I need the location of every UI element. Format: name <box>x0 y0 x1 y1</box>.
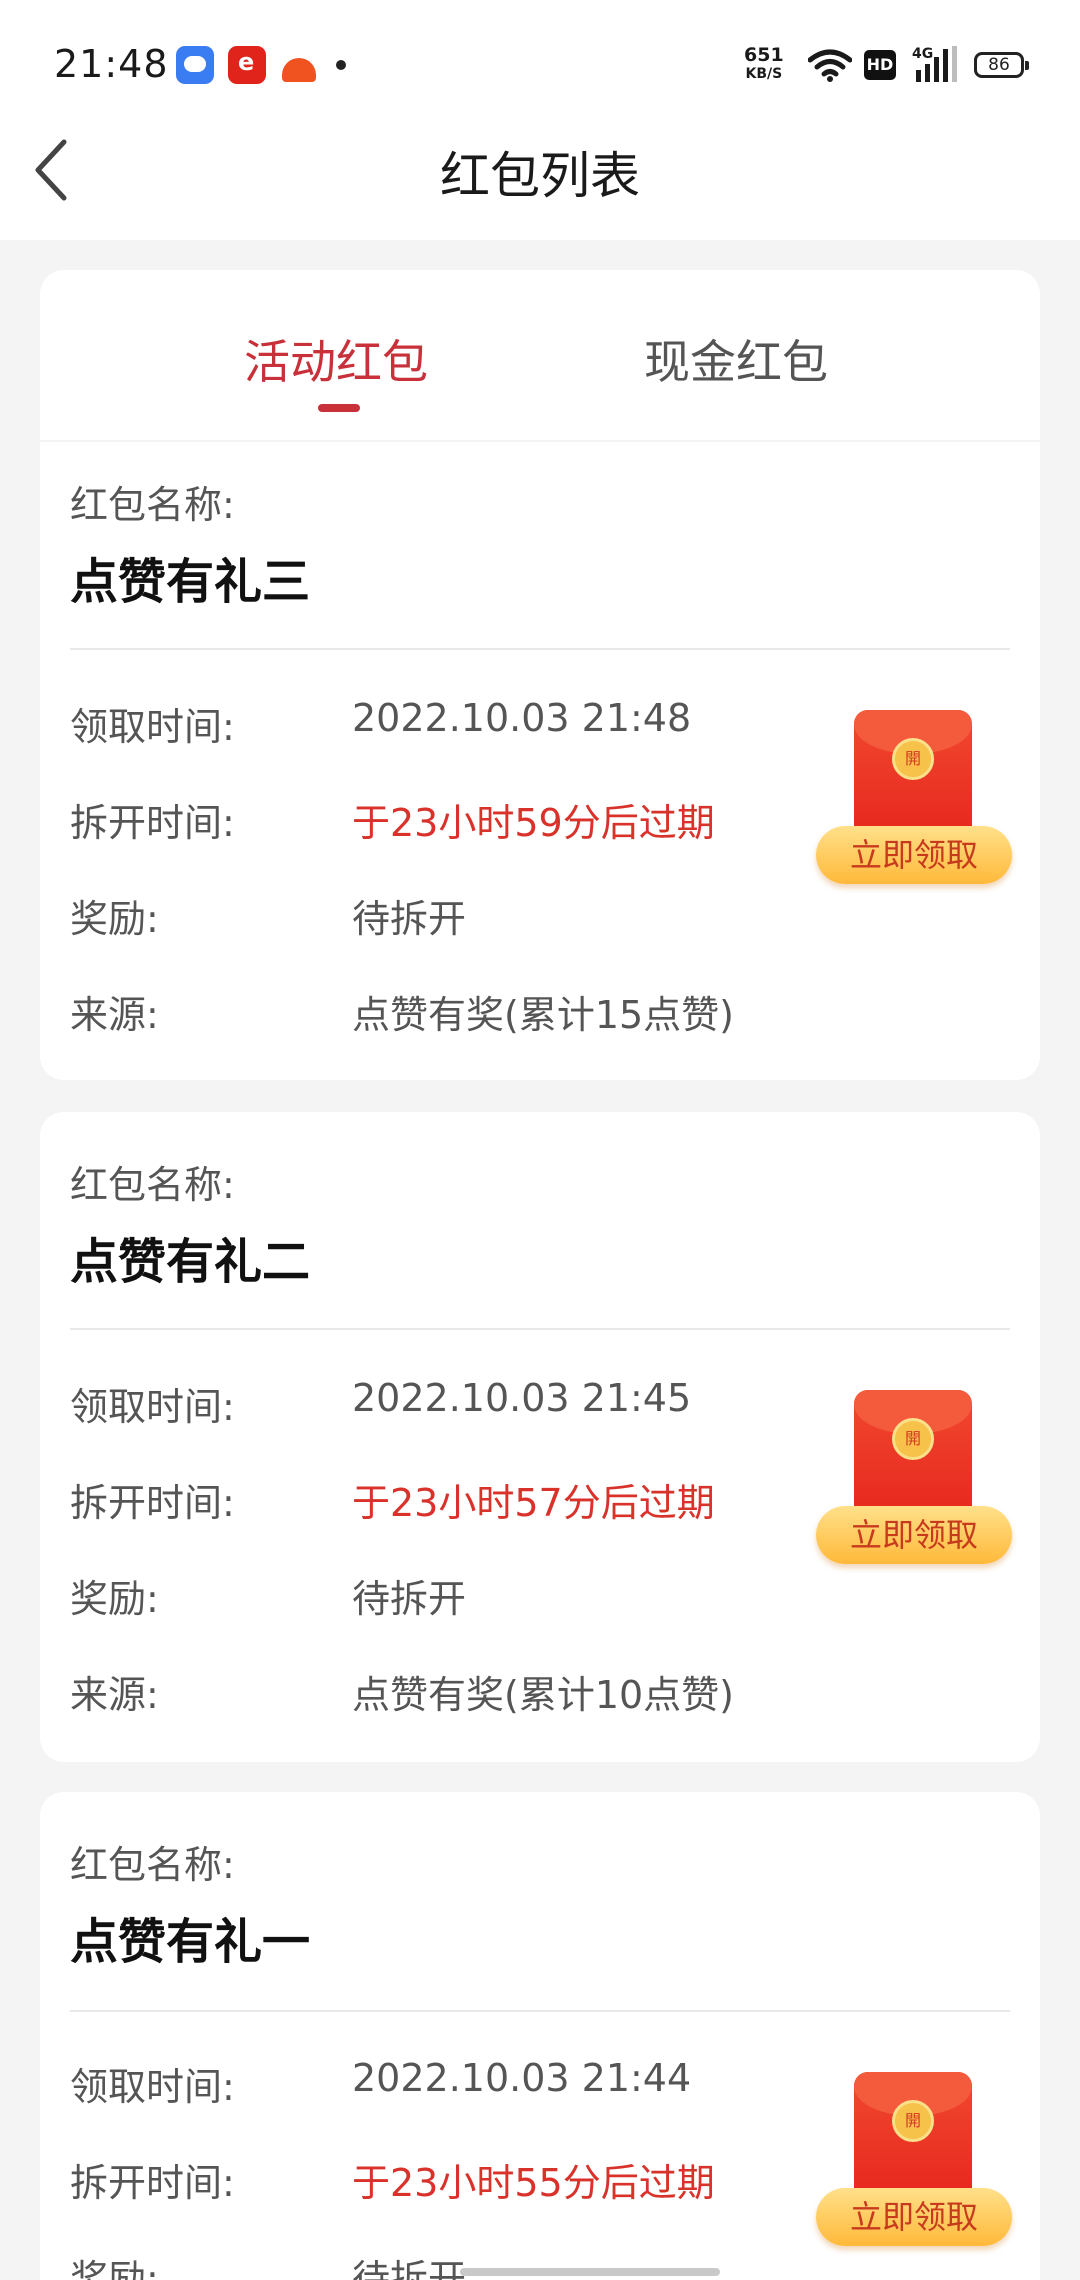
packet-name-label: 红包名称: <box>70 483 235 527</box>
more-notifications-dot-icon <box>336 60 346 70</box>
network-speed-value: 651 <box>744 44 784 66</box>
page-title: 红包列表 <box>440 147 640 205</box>
reward-value: 待拆开 <box>352 1577 467 1621</box>
receive-time-value: 2022.10.03 21:48 <box>352 696 692 740</box>
red-packet-claim[interactable]: 開 立即领取 <box>816 1390 1012 1564</box>
open-time-label: 拆开时间: <box>70 2161 235 2205</box>
signal-icon: 4G <box>912 46 957 82</box>
reward-label: 奖励: <box>70 1577 159 1621</box>
expiry-countdown: 于23小时57分后过期 <box>352 1481 715 1525</box>
source-value: 点赞有奖(累计10点赞) <box>352 1673 735 1717</box>
packet-name: 点赞有礼二 <box>70 1234 311 1290</box>
red-packet-claim[interactable]: 開 立即领取 <box>816 2072 1012 2246</box>
receive-time-value: 2022.10.03 21:45 <box>352 1376 692 1420</box>
expiry-countdown: 于23小时55分后过期 <box>352 2161 715 2205</box>
reward-label: 奖励: <box>70 2257 159 2280</box>
divider <box>70 2010 1010 2012</box>
red-packet-card: 红包名称: 点赞有礼二 领取时间: 2022.10.03 21:45 拆开时间:… <box>40 1112 1040 1762</box>
divider <box>70 1328 1010 1330</box>
nav-header: 红包列表 <box>0 100 1080 240</box>
source-label: 来源: <box>70 1673 159 1717</box>
reward-value: 待拆开 <box>352 2257 467 2280</box>
receive-time-label: 领取时间: <box>70 2065 235 2109</box>
reward-value: 待拆开 <box>352 897 467 941</box>
packet-name: 点赞有礼三 <box>70 554 311 610</box>
network-speed-unit: KB/S <box>745 66 783 82</box>
open-seal-icon: 開 <box>892 738 934 780</box>
claim-now-button[interactable]: 立即领取 <box>816 1506 1012 1564</box>
receive-time-label: 领取时间: <box>70 705 235 749</box>
source-label: 来源: <box>70 993 159 1037</box>
news-app-icon <box>228 46 266 84</box>
divider <box>70 648 1010 650</box>
game-app-icon <box>280 46 318 84</box>
home-indicator[interactable] <box>460 2268 720 2276</box>
packet-name-label: 红包名称: <box>70 1163 235 1207</box>
packet-name-label: 红包名称: <box>70 1843 235 1887</box>
svg-text:4G: 4G <box>912 46 933 62</box>
claim-now-button[interactable]: 立即领取 <box>816 2188 1012 2246</box>
network-speed: 651 KB/S <box>744 46 784 84</box>
packet-name: 点赞有礼一 <box>70 1914 311 1970</box>
tab-bar: 活动红包 现金红包 <box>40 270 1040 440</box>
receive-time-label: 领取时间: <box>70 1385 235 1429</box>
red-envelope-icon: 開 <box>854 1390 972 1520</box>
red-envelope-icon: 開 <box>854 2072 972 2202</box>
red-packet-claim[interactable]: 開 立即领取 <box>816 710 1012 884</box>
receive-time-value: 2022.10.03 21:44 <box>352 2056 692 2100</box>
red-envelope-icon: 開 <box>854 710 972 840</box>
reward-label: 奖励: <box>70 897 159 941</box>
open-seal-icon: 開 <box>892 2100 934 2142</box>
tab-cash-red-packet[interactable]: 现金红包 <box>644 326 828 392</box>
claim-now-button[interactable]: 立即领取 <box>816 826 1012 884</box>
wifi-icon <box>808 49 852 82</box>
status-time: 21:48 <box>54 42 169 86</box>
open-time-label: 拆开时间: <box>70 801 235 845</box>
tab-activity-red-packet[interactable]: 活动红包 <box>244 326 428 392</box>
source-value: 点赞有奖(累计15点赞) <box>352 993 735 1037</box>
hd-icon: HD <box>864 50 896 80</box>
expiry-countdown: 于23小时59分后过期 <box>352 801 715 845</box>
red-packet-card: 红包名称: 点赞有礼三 领取时间: 2022.10.03 21:48 拆开时间:… <box>40 442 1040 1080</box>
battery-icon: 86 <box>974 52 1029 78</box>
open-seal-icon: 開 <box>892 1418 934 1460</box>
chat-app-icon <box>176 46 214 84</box>
red-packet-card: 红包名称: 点赞有礼一 领取时间: 2022.10.03 21:44 拆开时间:… <box>40 1792 1040 2280</box>
active-tab-indicator <box>318 404 360 412</box>
open-time-label: 拆开时间: <box>70 1481 235 1525</box>
